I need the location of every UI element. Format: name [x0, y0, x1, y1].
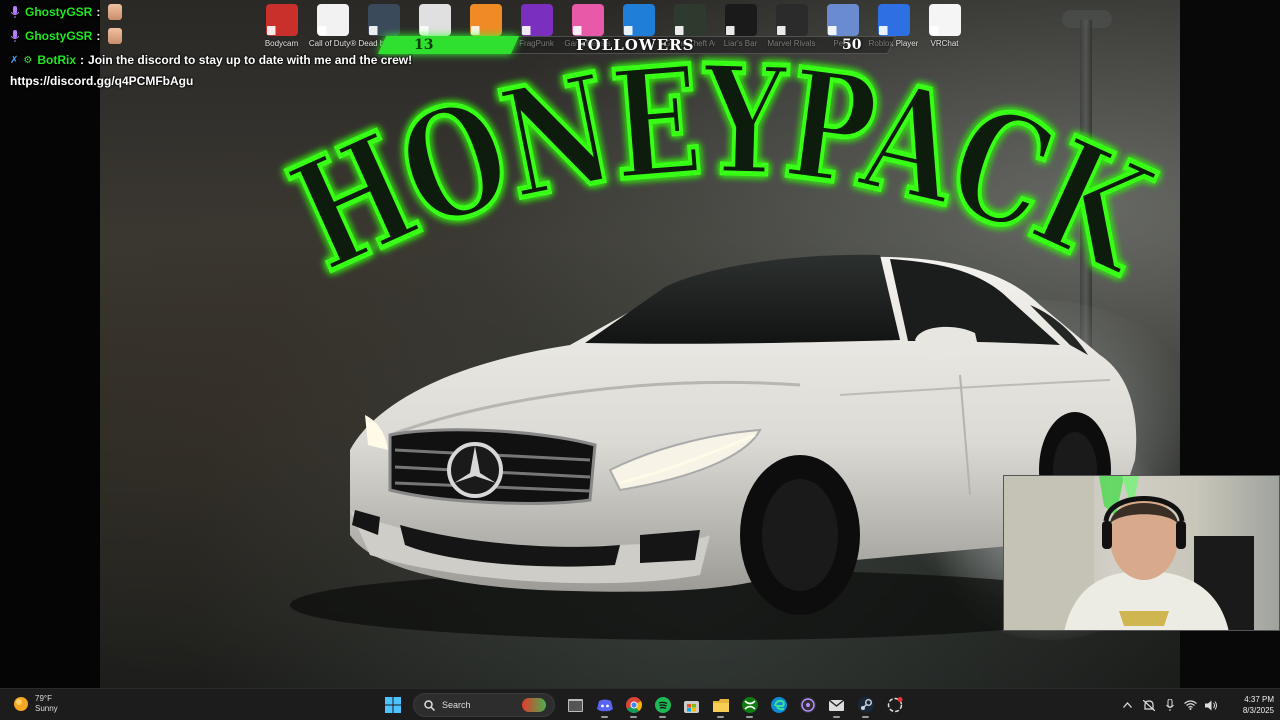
- taskbar-clock[interactable]: 4:37 PM 8/3/2025: [1232, 694, 1274, 716]
- mic-badge-icon: [10, 6, 20, 18]
- desktop-icon[interactable]: VRChat: [919, 4, 970, 60]
- taskbar-app-folder[interactable]: [706, 692, 735, 718]
- clock-date: 8/3/2025: [1242, 706, 1274, 715]
- fragpunk-icon: [520, 4, 553, 36]
- taskbar-app-xbox[interactable]: [735, 692, 764, 718]
- gmod-icon: [622, 4, 655, 36]
- verified-badge-icon: ⚙: [23, 54, 33, 66]
- chat-username: BotRix: [37, 53, 77, 67]
- logo-text: HONEYPACK: [270, 38, 1170, 308]
- liars-bar-icon: [724, 4, 757, 36]
- taskbar: 79°F Sunny Search 4:37 PM 8/3/2025: [0, 688, 1280, 720]
- stream-chat-overlay: GhostyGSR : GhostyGSR : ✗ ⚙ BotRix : Joi…: [10, 0, 413, 90]
- discord-icon: [596, 699, 613, 711]
- wifi-icon[interactable]: [1180, 692, 1201, 718]
- desktop-icon-label: VRChat: [930, 39, 959, 48]
- emote-icon: [108, 4, 123, 20]
- chat-username: GhostyGSR: [25, 29, 93, 43]
- chat-link[interactable]: https://discord.gg/q4PCMFbAgu: [10, 72, 370, 90]
- taskbar-app-email[interactable]: [822, 692, 851, 718]
- weather-temp: 79°F: [35, 694, 52, 703]
- weather-desc: Sunny: [35, 704, 58, 713]
- goal-current-count: 13: [414, 37, 434, 53]
- chat-message: ✗ ⚙ BotRix : Join the discord to stay up…: [10, 53, 413, 67]
- fall-guys-icon: [469, 4, 502, 36]
- chrome-icon: [625, 697, 642, 713]
- taskbar-app-chrome[interactable]: [619, 692, 648, 718]
- start-button[interactable]: [378, 692, 407, 718]
- system-tray: 4:37 PM 8/3/2025: [1117, 692, 1274, 718]
- edge-icon: [770, 697, 787, 713]
- taskbar-app-discord[interactable]: [590, 692, 619, 718]
- folder-icon: [712, 698, 729, 712]
- taskbar-app-chatgpt[interactable]: [880, 692, 909, 718]
- weather-widget[interactable]: 79°F Sunny: [12, 694, 58, 714]
- volume-icon[interactable]: [1201, 692, 1222, 718]
- mercedes-logo: [447, 442, 503, 498]
- xbox-icon: [741, 697, 758, 713]
- left-dark-panel: [0, 0, 100, 688]
- followers-goal-bar: 13 FOLLOWERS 50: [377, 34, 902, 56]
- obs-icon: [799, 697, 816, 713]
- chat-username: GhostyGSR: [25, 5, 93, 19]
- taskbar-app-file-explorer[interactable]: [561, 692, 590, 718]
- taskbar-app-obs[interactable]: [793, 692, 822, 718]
- search-icon: [424, 699, 435, 711]
- wrench-badge-icon: ✗: [10, 54, 19, 66]
- spotify-icon: [654, 697, 671, 713]
- vrchat-icon: [928, 4, 961, 36]
- notifications-muted-icon[interactable]: [1138, 692, 1159, 718]
- webcam-person: [1004, 476, 1254, 630]
- roblox-icon: [877, 4, 910, 36]
- taskbar-app-steam[interactable]: [851, 692, 880, 718]
- goal-title: FOLLOWERS: [576, 36, 695, 54]
- search-placeholder: Search: [442, 700, 471, 710]
- taskbar-app-spotify[interactable]: [648, 692, 677, 718]
- windows-icon: [384, 697, 401, 713]
- tray-overflow-chevron-icon[interactable]: [1117, 692, 1138, 718]
- webcam-feed: [1003, 475, 1280, 631]
- marvel-rivals-icon: [775, 4, 808, 36]
- goal-fill: [377, 36, 520, 54]
- taskbar-app-store[interactable]: [677, 692, 706, 718]
- goal-target-count: 50: [842, 37, 862, 53]
- car-front-wheel: [740, 455, 860, 615]
- sun-icon: [14, 697, 28, 711]
- chat-message: GhostyGSR :: [10, 0, 370, 24]
- peak-icon: [826, 4, 859, 36]
- taskbar-app-edge[interactable]: [764, 692, 793, 718]
- gta-icon: [673, 4, 706, 36]
- chatgpt-icon: [887, 697, 902, 713]
- dbd-icon: [367, 4, 400, 36]
- chat-message: GhostyGSR :: [10, 24, 370, 48]
- microphone-icon[interactable]: [1159, 692, 1180, 718]
- task-view-icon: [568, 698, 583, 712]
- gang-icon: [571, 4, 604, 36]
- search-highlight-icon: [522, 698, 546, 712]
- emote-icon: [108, 28, 123, 44]
- taskbar-center: Search: [378, 692, 909, 718]
- steam-icon: [857, 697, 874, 713]
- arrow-a-icon: [418, 4, 451, 36]
- honeypack-logo: HONEYPACK: [270, 38, 1170, 311]
- mic-badge-icon: [10, 30, 20, 42]
- store-icon: [684, 700, 699, 713]
- taskbar-search[interactable]: Search: [413, 693, 555, 717]
- clock-time: 4:37 PM: [1244, 695, 1274, 704]
- chat-message-text: Join the discord to stay up to date with…: [88, 53, 413, 67]
- mail-icon: [829, 699, 844, 711]
